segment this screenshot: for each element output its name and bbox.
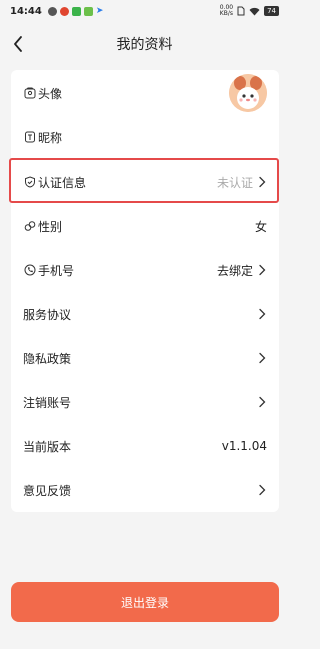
- row-privacy-policy-label: 隐私政策: [23, 351, 72, 366]
- bind-phone-link[interactable]: 去绑定: [217, 262, 253, 279]
- page-title: 我的资料: [116, 37, 173, 53]
- row-feedback-label: 意见反馈: [23, 483, 72, 498]
- chevron-right-icon: [259, 264, 266, 276]
- row-verification-label: 认证信息: [38, 175, 87, 190]
- notification-icons: ➤: [47, 6, 104, 16]
- row-current-version: 当前版本 v1.1.04: [11, 424, 279, 468]
- row-nickname-label: 昵称: [38, 130, 63, 145]
- chevron-right-icon: [259, 396, 266, 408]
- row-nickname[interactable]: 昵称: [11, 115, 279, 159]
- row-privacy-policy[interactable]: 隐私政策: [11, 336, 279, 380]
- sim-icon: [237, 6, 245, 16]
- row-phone[interactable]: 手机号 去绑定: [11, 248, 279, 292]
- chevron-right-icon: [259, 308, 266, 320]
- chevron-right-icon: [259, 484, 266, 496]
- avatar-frame-icon: [23, 87, 36, 100]
- avatar[interactable]: [229, 74, 267, 112]
- row-phone-label: 手机号: [38, 263, 75, 278]
- status-indicators: 0.00 KB/s 74: [220, 5, 279, 17]
- chevron-right-icon: [259, 176, 266, 188]
- row-feedback[interactable]: 意见反馈: [11, 468, 279, 512]
- gender-value: 女: [254, 219, 267, 234]
- send-arrow-icon: ➤: [95, 6, 104, 16]
- row-gender[interactable]: 性别 女: [11, 204, 279, 248]
- status-time: 14:44: [10, 5, 42, 17]
- row-service-agreement[interactable]: 服务协议: [11, 292, 279, 336]
- wifi-icon: [249, 7, 260, 15]
- nickname-tag-icon: [23, 131, 36, 144]
- verification-status: 未认证: [216, 175, 253, 190]
- green-app-icon: [83, 6, 93, 16]
- phone-chat-icon: [23, 264, 36, 277]
- wechat-app-icon: [71, 6, 81, 16]
- row-service-agreement-label: 服务协议: [23, 307, 72, 322]
- network-speed-unit: KB/s: [219, 10, 233, 17]
- row-current-version-label: 当前版本: [23, 439, 72, 454]
- row-verification[interactable]: 认证信息 未认证: [11, 160, 279, 204]
- battery-indicator: 74: [264, 6, 279, 16]
- row-deactivate-account-label: 注销账号: [23, 395, 72, 410]
- row-avatar-label: 头像: [38, 86, 63, 101]
- profile-card: 头像 昵称 认证信息 未认证 性别 女 手机号 去绑定 服务协议 隐私政策 注销…: [11, 70, 279, 512]
- back-button[interactable]: [6, 32, 30, 56]
- nav-bar: 我的资料: [0, 22, 289, 66]
- gender-icon: [23, 220, 36, 233]
- tomato-app-icon: [59, 6, 69, 16]
- row-deactivate-account[interactable]: 注销账号: [11, 380, 279, 424]
- version-value: v1.1.04: [221, 439, 267, 453]
- status-bar: 14:44 ➤ 0.00 KB/s 74: [0, 0, 289, 22]
- logout-button[interactable]: 退出登录: [11, 582, 279, 622]
- row-avatar[interactable]: 头像: [11, 70, 279, 116]
- shield-check-icon: [23, 176, 36, 189]
- chevron-left-icon: [14, 36, 22, 52]
- network-speed: 0.00 KB/s: [220, 5, 233, 17]
- row-gender-label: 性别: [38, 219, 63, 234]
- chevron-right-icon: [259, 352, 266, 364]
- app-notification-icon: [47, 6, 57, 16]
